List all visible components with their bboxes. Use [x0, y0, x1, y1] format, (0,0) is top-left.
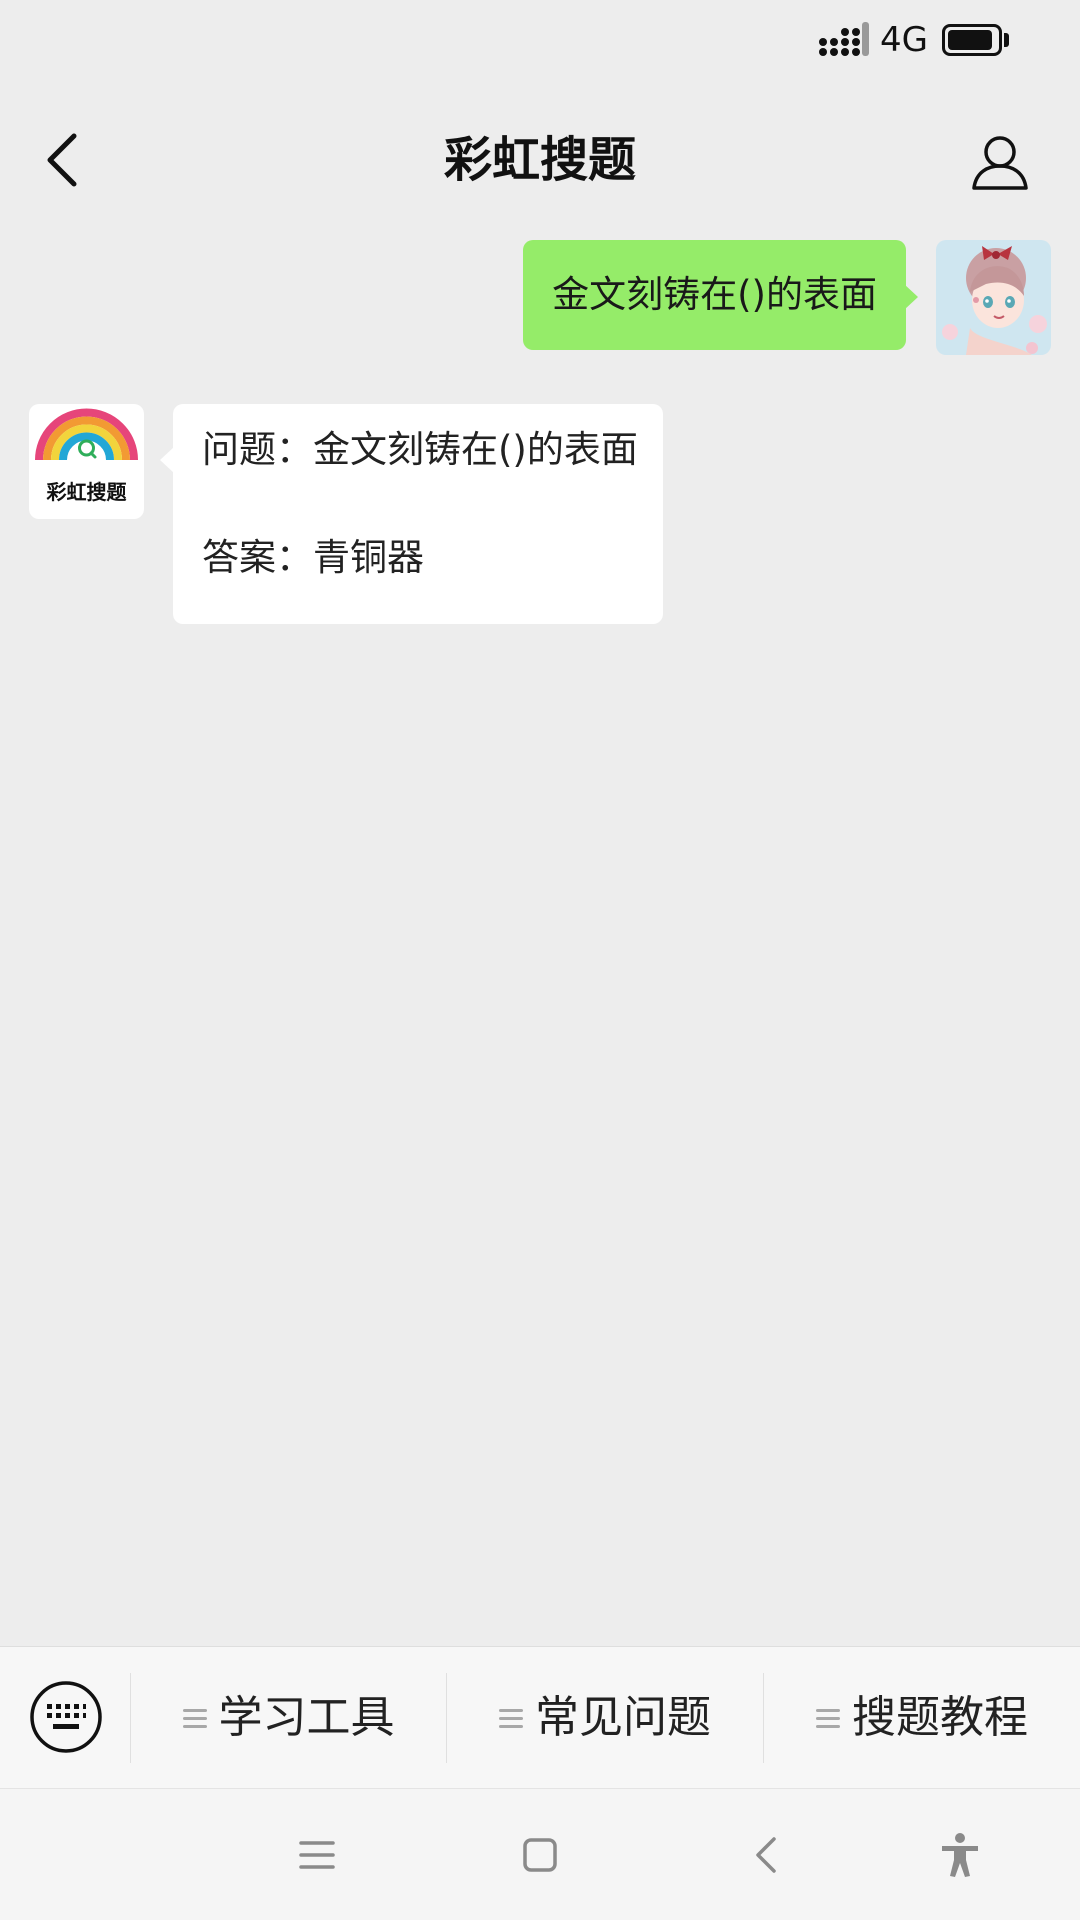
battery-icon	[942, 24, 1002, 56]
menu-lines-icon	[182, 1707, 207, 1729]
status-bar: 4G	[0, 0, 1080, 80]
menu-item-label: 常见问题	[535, 1692, 711, 1743]
person-outline-icon	[972, 136, 1028, 190]
accessibility-icon	[942, 1833, 978, 1877]
chat-messages[interactable]: 金文刻铸在()的表面 彩虹搜题 问题：金文刻铸在()的表面 答案：青铜器	[0, 240, 1080, 1646]
keyboard-icon	[30, 1681, 102, 1753]
user-avatar-illustration	[936, 240, 1051, 355]
chevron-left-icon	[756, 1837, 776, 1873]
hamburger-icon	[299, 1841, 335, 1869]
menu-item-study-tools[interactable]: 学习工具	[131, 1647, 446, 1789]
page-title: 彩虹搜题	[443, 132, 636, 188]
signal-strength-icon	[819, 22, 869, 56]
bot-avatar[interactable]: 彩虹搜题	[29, 404, 144, 519]
incoming-bubble-tail	[160, 447, 174, 473]
incoming-message-bubble[interactable]: 问题：金文刻铸在()的表面 答案：青铜器	[173, 404, 663, 624]
menu-item-faq[interactable]: 常见问题	[447, 1647, 763, 1789]
menu-item-label: 搜题教程	[852, 1692, 1028, 1743]
battery-cap	[1004, 33, 1009, 47]
outgoing-bubble-tail	[904, 284, 918, 310]
system-navigation-bar	[0, 1788, 1080, 1920]
battery-level-fill	[948, 30, 992, 50]
bot-logo-text: 彩虹搜题	[46, 480, 127, 504]
keyboard-toggle-button[interactable]	[28, 1679, 104, 1755]
system-back-button[interactable]	[730, 1819, 802, 1891]
official-account-menu: 学习工具 常见问题 搜题教程	[0, 1646, 1080, 1788]
user-avatar[interactable]	[936, 240, 1051, 355]
menu-lines-icon	[499, 1707, 523, 1729]
system-home-button[interactable]	[504, 1819, 576, 1891]
menu-item-search-tutorial[interactable]: 搜题教程	[764, 1647, 1080, 1789]
outgoing-message-text: 金文刻铸在()的表面	[552, 273, 877, 316]
chat-header: 彩虹搜题	[0, 80, 1080, 240]
network-type-label: 4G	[880, 20, 928, 60]
outgoing-message-bubble[interactable]: 金文刻铸在()的表面	[523, 240, 906, 350]
chat-info-button[interactable]	[962, 124, 1038, 200]
menu-item-label: 学习工具	[218, 1692, 395, 1743]
square-icon	[523, 1838, 557, 1872]
question-line: 问题：金文刻铸在()的表面	[202, 428, 638, 471]
menu-lines-icon	[816, 1707, 840, 1729]
answer-line: 答案：青铜器	[202, 536, 424, 579]
system-menu-button[interactable]	[281, 1819, 353, 1891]
accessibility-button[interactable]	[924, 1819, 996, 1891]
